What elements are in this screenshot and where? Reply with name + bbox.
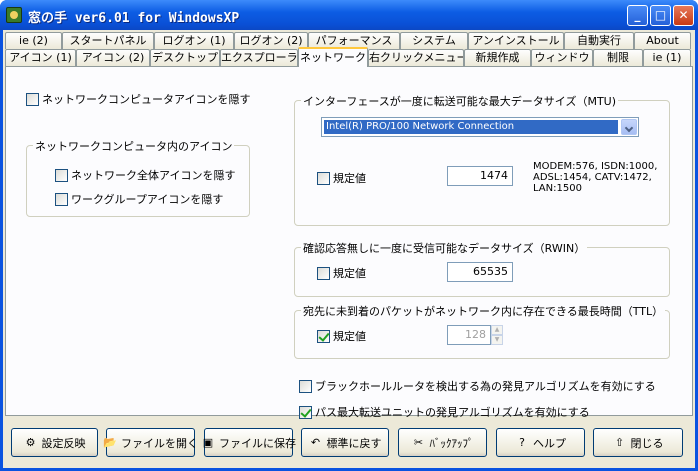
maximize-button[interactable]: □ <box>650 5 671 26</box>
ttl-group-title: 宛先に未到着のパケットがネットワーク内に存在できる最長時間（TTL） <box>301 303 666 319</box>
adapter-select[interactable]: Intel(R) PRO/100 Network Connection <box>321 117 639 137</box>
checkbox-box[interactable] <box>26 92 39 106</box>
hide-entire-network-label: ネットワーク全体アイコンを隠す <box>71 169 236 182</box>
apply-settings-label: 設定反映 <box>41 436 86 450</box>
tab-start-panel[interactable]: スタートパネル <box>62 32 154 49</box>
backup-button[interactable]: ✂ ﾊﾞｯｸｱｯﾌﾟ <box>398 428 487 457</box>
hide-entire-network-checkbox[interactable]: ネットワーク全体アイコンを隠す <box>55 167 235 183</box>
ttl-default-label: 規定値 <box>333 330 366 343</box>
checkbox-box[interactable] <box>317 171 330 185</box>
tab-logon-1[interactable]: ログオン (1) <box>154 32 234 49</box>
spin-up-icon[interactable]: ▲ <box>491 325 503 335</box>
tab-icon-2[interactable]: アイコン (2) <box>76 49 150 66</box>
tab-autorun[interactable]: 自動実行 <box>564 32 634 49</box>
hide-workgroup-checkbox[interactable]: ワークグループアイコンを隠す <box>55 191 223 207</box>
save-file-button[interactable]: ▣ ファイルに保存 <box>202 428 296 457</box>
spin-down-icon[interactable]: ▼ <box>491 335 503 345</box>
floppy-icon: ▣ <box>202 436 214 449</box>
mtu-note: MODEM:576, ISDN:1000, ADSL:1454, CATV:14… <box>533 161 658 194</box>
folder-open-icon: 📂 <box>103 436 117 449</box>
app-window: 窓の手 ver6.01 for WindowsXP _ □ ✕ ie (2) ス… <box>0 0 698 471</box>
tab-network[interactable]: ネットワーク <box>298 47 368 67</box>
client-area: ie (2) スタートパネル ログオン (1) ログオン (2) パフォーマンス… <box>3 30 695 468</box>
hide-workgroup-label: ワークグループアイコンを隠す <box>71 193 224 206</box>
tab-system[interactable]: システム <box>400 32 468 49</box>
mtu-group-title: インターフェースが一度に転送可能な最大データサイズ（MTU) <box>301 93 619 109</box>
mtu-group: インターフェースが一度に転送可能な最大データサイズ（MTU) Intel(R) … <box>294 93 670 226</box>
checkbox-box[interactable] <box>55 192 68 206</box>
network-computer-icons-group-title: ネットワークコンピュータ内のアイコン <box>33 138 235 154</box>
checkbox-box[interactable] <box>55 168 68 182</box>
button-bar: ⚙ 設定反映 📂 ファイルを開く ▣ ファイルに保存 ↶ 標準に戻す ✂ ﾊﾞｯ… <box>3 417 695 468</box>
tab-about[interactable]: About <box>634 32 691 49</box>
settings-icon: ⚙ <box>25 436 36 449</box>
blackhole-detect-label: ブラックホールルータを検出する為の発見アルゴリズムを有効にする <box>315 380 656 393</box>
help-button[interactable]: ? ヘルプ <box>496 428 585 457</box>
tab-ie-2[interactable]: ie (2) <box>5 32 62 49</box>
chevron-down-icon[interactable] <box>621 119 637 135</box>
checkbox-box[interactable] <box>317 329 330 343</box>
save-file-label: ファイルに保存 <box>219 436 296 450</box>
tab-row-2: アイコン (1) アイコン (2) デスクトップ エクスプローラ ネットワーク … <box>3 47 695 67</box>
checkbox-box[interactable] <box>317 266 330 280</box>
close-label: 閉じる <box>630 436 664 450</box>
network-computer-icons-group: ネットワークコンピュータ内のアイコン ネットワーク全体アイコンを隠す ワークグル… <box>26 138 250 217</box>
ttl-default-checkbox[interactable]: 規定値 <box>317 328 366 344</box>
undo-icon: ↶ <box>310 436 321 449</box>
blackhole-detect-checkbox[interactable]: ブラックホールルータを検出する為の発見アルゴリズムを有効にする <box>299 378 656 394</box>
tab-context-menu[interactable]: 右クリックメニュー <box>368 49 464 66</box>
rwin-group: 確認応答無しに一度に受信可能なデータサイズ（RWIN） 規定値 65535 <box>294 240 670 297</box>
tab-ie-1[interactable]: ie (1) <box>643 49 691 66</box>
help-icon: ? <box>519 436 525 449</box>
rwin-group-title: 確認応答無しに一度に受信可能なデータサイズ（RWIN） <box>301 240 588 256</box>
tab-restriction[interactable]: 制限 <box>593 49 643 66</box>
open-file-button[interactable]: 📂 ファイルを開く <box>103 428 198 457</box>
hide-network-computer-checkbox[interactable]: ネットワークコンピュータアイコンを隠す <box>26 91 250 107</box>
rwin-default-checkbox[interactable]: 規定値 <box>317 265 366 281</box>
rwin-value-input[interactable]: 65535 <box>447 262 513 282</box>
minimize-button[interactable]: _ <box>627 5 648 26</box>
restore-default-button[interactable]: ↶ 標準に戻す <box>301 428 389 457</box>
ttl-group: 宛先に未到着のパケットがネットワーク内に存在できる最長時間（TTL） 規定値 1… <box>294 303 670 359</box>
app-icon <box>6 7 22 23</box>
open-file-label: ファイルを開く <box>121 436 198 450</box>
tab-uninstall[interactable]: アンインストール <box>468 32 564 49</box>
tab-desktop[interactable]: デスクトップ <box>150 49 220 66</box>
hide-network-computer-label: ネットワークコンピュータアイコンを隠す <box>42 93 251 106</box>
network-tab-panel: ネットワークコンピュータアイコンを隠す ネットワークコンピュータ内のアイコン ネ… <box>5 66 693 419</box>
close-window-button[interactable]: ✕ <box>673 5 694 26</box>
checkbox-box[interactable] <box>299 379 312 393</box>
mtu-value-input[interactable]: 1474 <box>447 166 513 186</box>
tab-explorer[interactable]: エクスプローラ <box>220 49 298 66</box>
rwin-default-label: 規定値 <box>333 267 366 280</box>
title-bar[interactable]: 窓の手 ver6.01 for WindowsXP _ □ ✕ <box>0 0 698 30</box>
adapter-select-value: Intel(R) PRO/100 Network Connection <box>324 120 618 134</box>
backup-label: ﾊﾞｯｸｱｯﾌﾟ <box>429 436 474 450</box>
mtu-default-label: 規定値 <box>333 172 366 185</box>
tab-logon-2[interactable]: ログオン (2) <box>234 32 308 49</box>
tab-window[interactable]: ウィンドウ <box>531 49 593 66</box>
window-title: 窓の手 ver6.01 for WindowsXP <box>28 11 240 26</box>
close-button[interactable]: ⇧ 閉じる <box>593 428 683 457</box>
backup-icon: ✂ <box>413 436 424 449</box>
close-folder-icon: ⇧ <box>614 436 625 449</box>
tab-new-file[interactable]: 新規作成 <box>464 49 531 66</box>
ttl-value-input[interactable]: 128 <box>447 325 491 345</box>
mtu-default-checkbox[interactable]: 規定値 <box>317 170 366 186</box>
restore-default-label: 標準に戻す <box>326 436 382 450</box>
ttl-spinner[interactable]: ▲ ▼ <box>491 325 503 345</box>
help-label: ヘルプ <box>533 436 566 450</box>
tab-icon-1[interactable]: アイコン (1) <box>5 49 76 66</box>
apply-settings-button[interactable]: ⚙ 設定反映 <box>11 428 98 457</box>
